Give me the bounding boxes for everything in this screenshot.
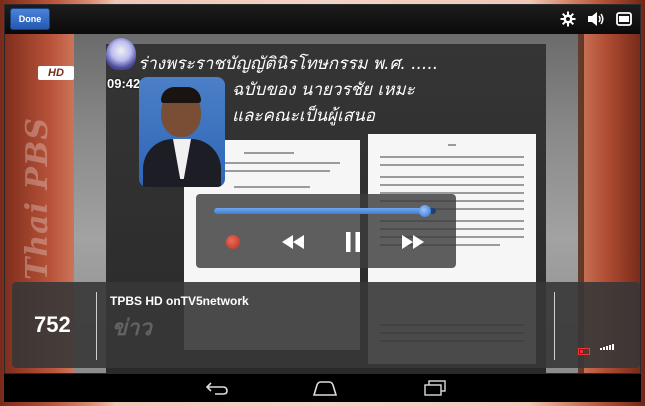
back-button[interactable] (202, 378, 232, 398)
home-icon (312, 381, 338, 396)
back-icon (205, 382, 228, 395)
navigation-bar (4, 374, 641, 402)
tv-player-screen: HD Thai PBS ร่างพระราชบัญญัตินิรโทษกรรม … (0, 0, 645, 406)
home-button[interactable] (310, 378, 340, 398)
screen-border (4, 4, 641, 374)
recent-apps-icon (424, 380, 446, 396)
recent-apps-button[interactable] (420, 378, 450, 398)
